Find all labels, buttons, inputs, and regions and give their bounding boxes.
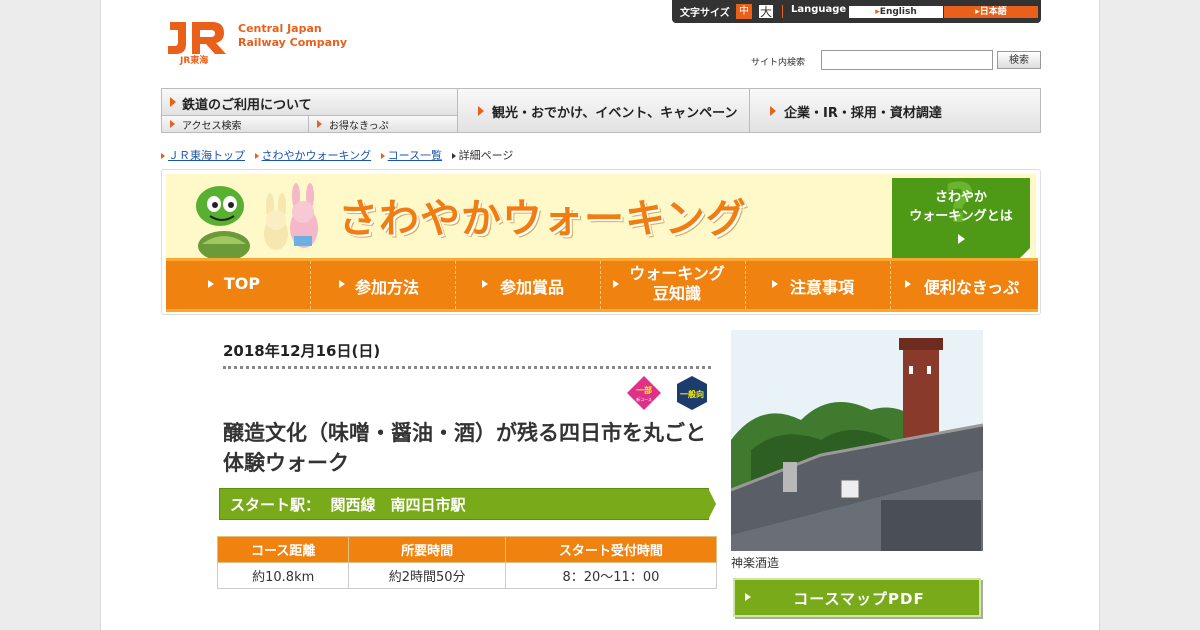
about-walking-label-line1: さわやか (934, 190, 987, 205)
breadcrumb-arrow-icon (380, 153, 385, 159)
utility-divider (782, 5, 783, 18)
walking-nav-tips-label-line2: 豆知識 (652, 284, 701, 303)
nav-rail-usage[interactable]: 鉄道のご利用について (162, 89, 458, 116)
language-japanese-button[interactable]: ▸日本語 (944, 6, 1038, 18)
badge-general-label: 一般向 (680, 389, 704, 399)
walking-nav-how-to-join-label: 参加方法 (354, 278, 419, 297)
breadcrumb-current: 詳細ページ (458, 149, 514, 162)
site-search-label: サイト内検索 (751, 58, 806, 68)
global-nav: 鉄道のご利用について アクセス検索 お得なきっぷ 観光・おでかけ、イベント、キャ… (161, 88, 1041, 133)
course-map-pdf-button[interactable]: コースマップPDF (733, 578, 985, 620)
value-start-time: 8：20～11：00 (504, 562, 718, 589)
about-walking-button[interactable]: ? さわやか ウォーキングとは (892, 172, 1030, 260)
walking-nav-top-label: TOP (223, 274, 261, 293)
arrow-right-icon (770, 106, 776, 116)
breadcrumb-arrow-icon (161, 153, 165, 159)
badge-part-line1: 一部 (636, 385, 652, 395)
breadcrumb-arrow-icon (254, 153, 259, 159)
general-course-badge-icon: 一般向 (677, 376, 707, 410)
header-start-time: スタート受付時間 (504, 536, 718, 563)
utility-bar: 文字サイズ 中 大 Language ▸English ▸日本語 (672, 0, 1041, 23)
walking-nav-tips[interactable]: ウォーキング 豆知識 (601, 261, 746, 309)
breadcrumb-item: ＪＲ東海トップ (161, 147, 245, 163)
nav-discount-tickets-label: お得なきっぷ (329, 121, 389, 132)
course-map-pdf-label: コースマップPDF (793, 590, 925, 608)
company-name-line2: Railway Company (238, 36, 348, 49)
language-japanese-label: 日本語 (979, 7, 1007, 17)
arrow-right-icon (317, 120, 322, 128)
banner-title: さわやかウォーキング (338, 196, 747, 242)
walking-nav-tips-label: ウォーキング 豆知識 (601, 264, 745, 304)
walking-nav-tips-label-line1: ウォーキング (629, 264, 725, 283)
mascot-characters-illustration (196, 183, 318, 261)
course-title: 醸造文化（味噌・醤油・酒）が残る四日市を丸ごと体験ウォーク (223, 421, 706, 475)
walking-nav-tickets[interactable]: 便利なきっぷ (891, 261, 1038, 309)
arrow-right-icon (478, 106, 484, 116)
jr-central-logo[interactable]: JR東海 Central Japan Railway Company (166, 14, 356, 66)
table-header-row: コース距離 所要時間 スタート受付時間 (216, 536, 718, 563)
value-duration: 約2時間50分 (348, 562, 506, 589)
nav-rail-usage-label: 鉄道のご利用について (182, 98, 312, 113)
company-name-line1: Central Japan (238, 22, 322, 35)
nav-access-search-label: アクセス検索 (182, 121, 242, 132)
language-label: Language (791, 4, 847, 15)
dotted-divider (223, 366, 711, 369)
page-container: JR東海 Central Japan Railway Company 文字サイズ… (100, 0, 1100, 630)
walking-nav-cautions-label: 注意事項 (789, 278, 854, 297)
font-size-large-button[interactable]: 大 (758, 4, 774, 19)
walking-nav-top[interactable]: TOP (166, 261, 311, 309)
brewery-photo (731, 330, 983, 551)
language-english-label: English (879, 7, 917, 17)
course-info-table: コース距離 所要時間 スタート受付時間 約10.8km 約2時間50分 8：20… (216, 536, 718, 589)
nav-discount-tickets[interactable]: お得なきっぷ (309, 116, 458, 132)
breadcrumb-arrow-icon (451, 153, 456, 159)
site-search-input[interactable] (821, 50, 993, 70)
jr-logo-icon (168, 22, 226, 54)
language-english-button[interactable]: ▸English (849, 6, 943, 18)
header-distance: コース距離 (216, 536, 350, 563)
breadcrumb-link-jr-top[interactable]: ＪＲ東海トップ (168, 149, 245, 162)
arrow-right-icon (170, 120, 175, 128)
nav-corporate-ir-label: 企業・IR・採用・資材調達 (784, 106, 942, 121)
company-name: Central Japan Railway Company (238, 22, 347, 50)
breadcrumb-link-walking[interactable]: さわやかウォーキング (262, 149, 372, 162)
table-row: 約10.8km 約2時間50分 8：20～11：00 (216, 562, 718, 589)
walking-nav-cautions[interactable]: 注意事項 (746, 261, 891, 309)
walking-nav-how-to-join[interactable]: 参加方法 (311, 261, 456, 309)
header-duration: 所要時間 (348, 536, 506, 563)
jr-tokai-label: JR東海 (180, 56, 209, 66)
arrow-tip-decoration (708, 488, 716, 520)
nav-corporate-ir[interactable]: 企業・IR・採用・資材調達 (750, 89, 1040, 132)
badge-part-line2: 新コース (636, 396, 652, 402)
about-walking-label-line2: ウォーキングとは (909, 209, 1013, 224)
nav-sightseeing-events-label: 観光・おでかけ、イベント、キャンペーン (492, 106, 738, 121)
nav-access-search[interactable]: アクセス検索 (162, 116, 309, 132)
partial-new-course-badge-icon: 一部 新コース (627, 376, 661, 410)
font-size-label: 文字サイズ (680, 8, 730, 19)
breadcrumb-item: さわやかウォーキング (254, 147, 372, 163)
photo-caption: 神楽酒造 (731, 556, 780, 570)
nav-sightseeing-events[interactable]: 観光・おでかけ、イベント、キャンペーン (458, 89, 750, 132)
font-size-medium-button[interactable]: 中 (736, 4, 752, 19)
breadcrumb-item: 詳細ページ (451, 147, 514, 163)
walking-banner: さわやかウォーキング ? さわやか ウォーキングとは TOP 参加方法 参加賞品… (161, 169, 1041, 315)
breadcrumb-item: コース一覧 (380, 147, 442, 163)
arrow-right-icon (170, 97, 176, 107)
start-station-bar: スタート駅： 関西線 南四日市駅 (219, 488, 716, 522)
walking-nav: TOP 参加方法 参加賞品 ウォーキング 豆知識 注意事項 便利なきっぷ (166, 258, 1038, 312)
banner-header: さわやかウォーキング ? さわやか ウォーキングとは (166, 172, 1036, 261)
value-distance: 約10.8km (216, 562, 350, 589)
start-station-text: スタート駅： 関西線 南四日市駅 (230, 496, 466, 514)
walking-nav-tickets-label: 便利なきっぷ (923, 278, 1020, 297)
arrow-right-icon (958, 234, 965, 244)
breadcrumb-link-course-list[interactable]: コース一覧 (388, 149, 442, 162)
about-walking-label: さわやか ウォーキングとは (892, 188, 1030, 226)
course-date: 2018年12月16日(日) (223, 342, 381, 360)
search-button[interactable]: 検索 (997, 51, 1041, 69)
walking-nav-prizes[interactable]: 参加賞品 (456, 261, 601, 309)
walking-nav-prizes-label: 参加賞品 (499, 278, 564, 297)
breadcrumb: ＪＲ東海トップ さわやかウォーキング コース一覧 詳細ページ (161, 147, 519, 163)
